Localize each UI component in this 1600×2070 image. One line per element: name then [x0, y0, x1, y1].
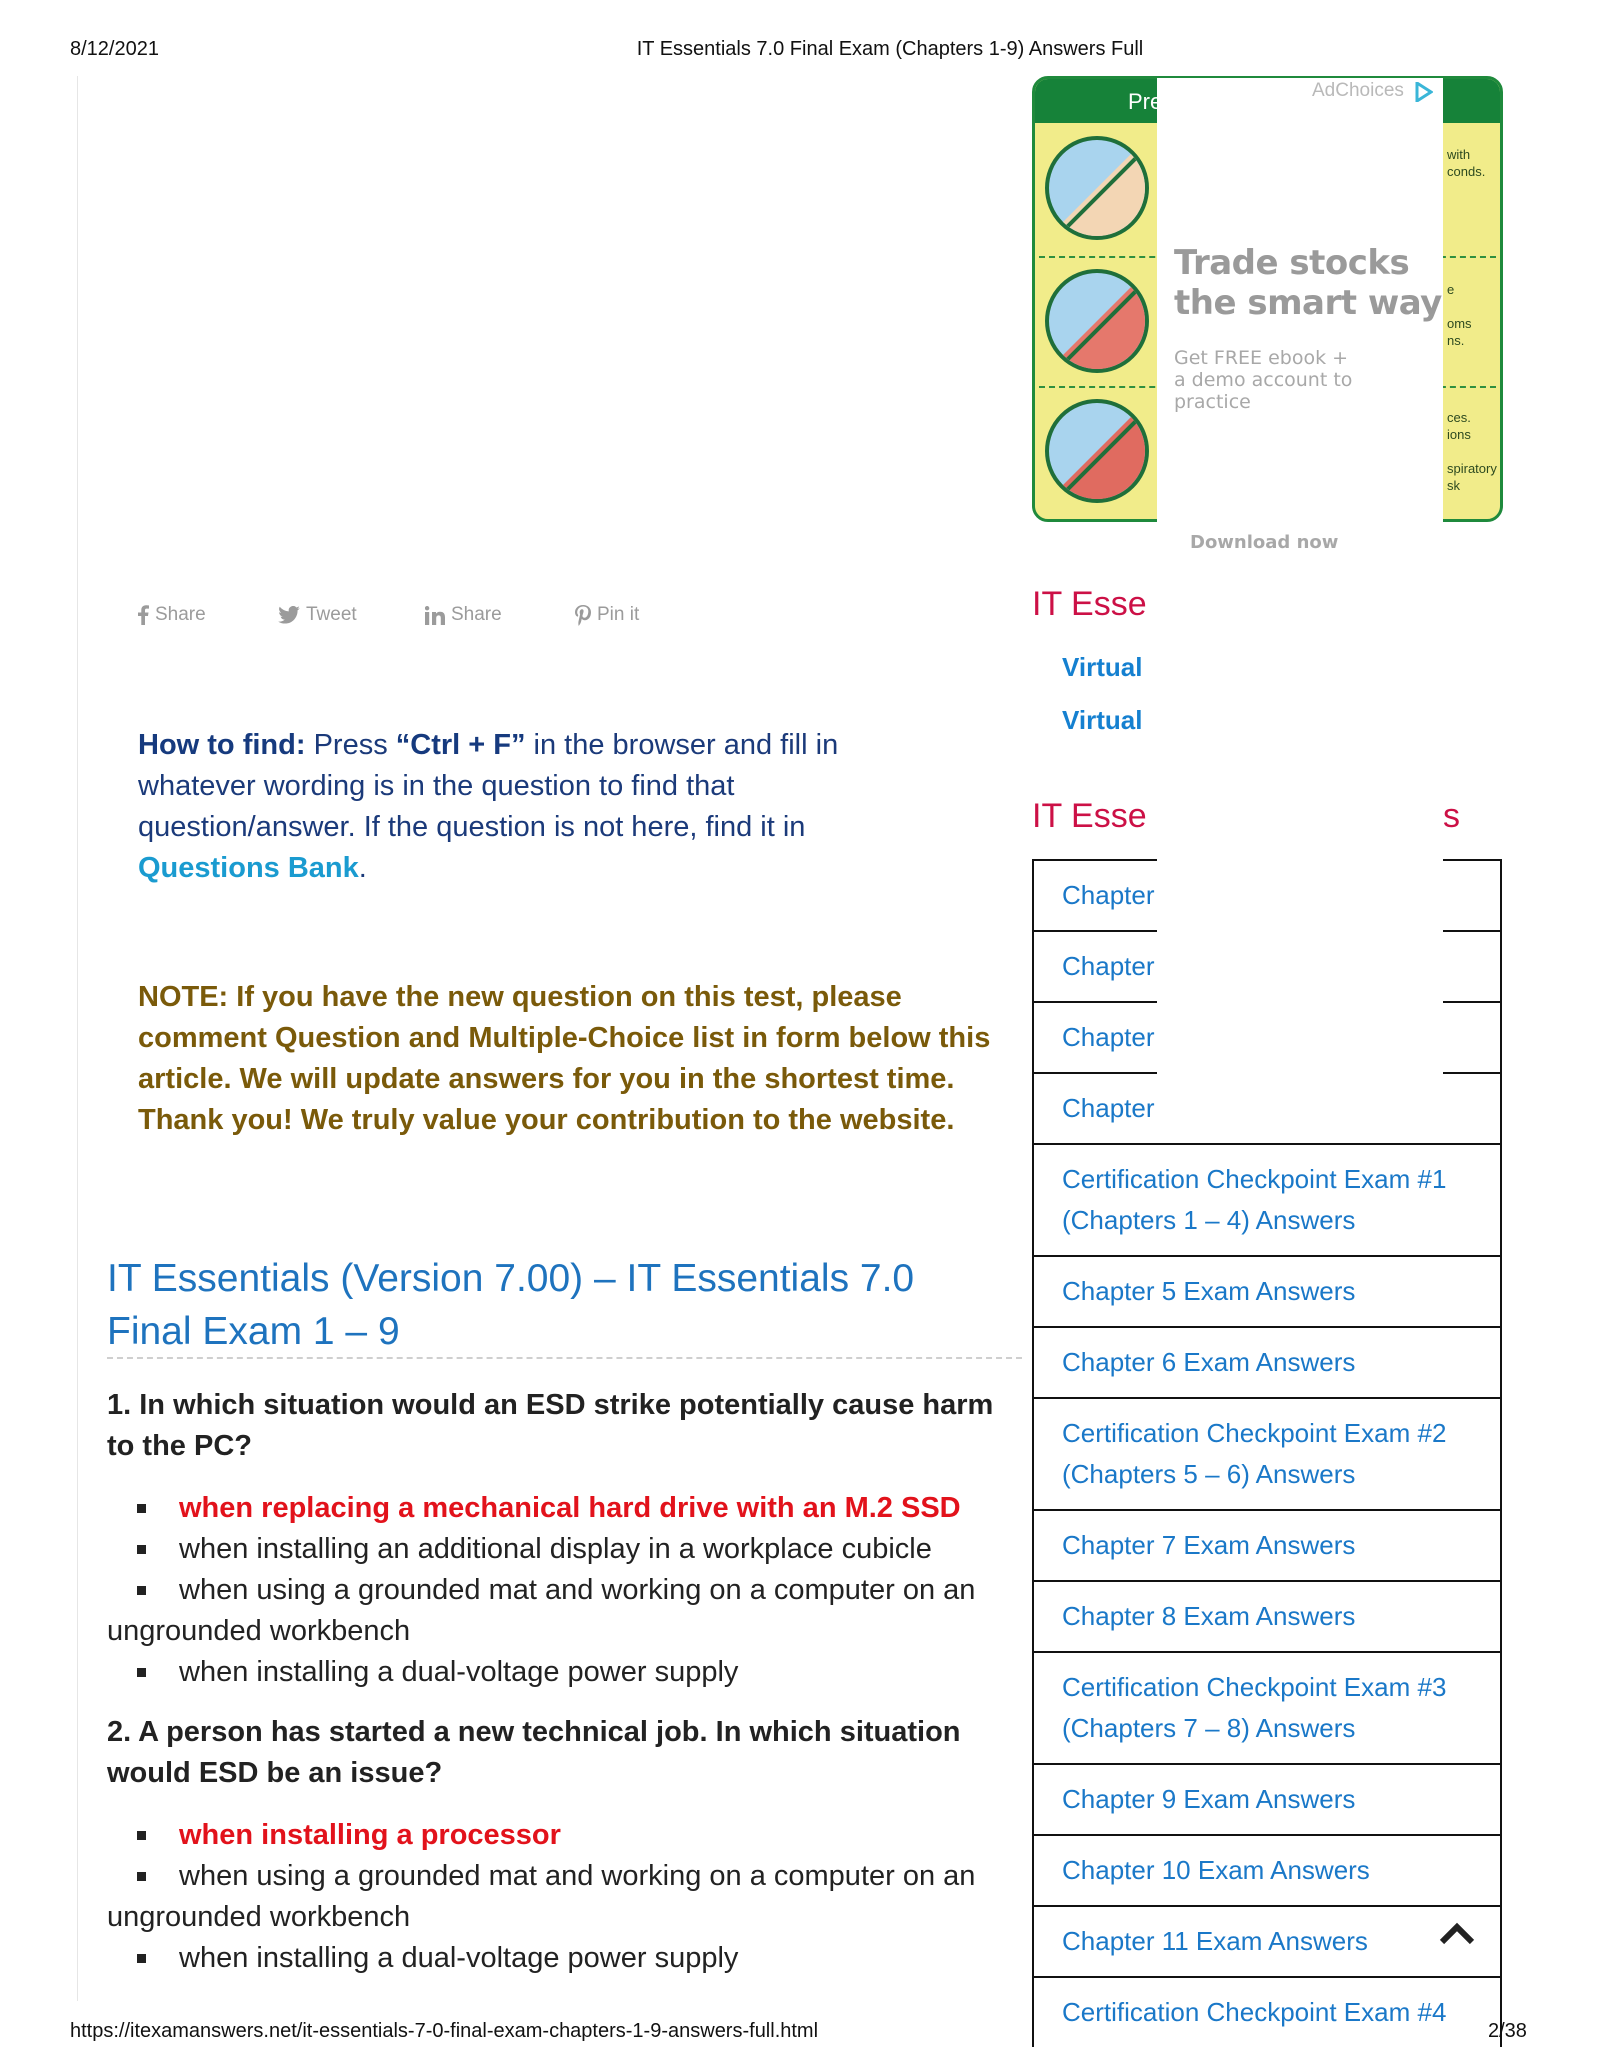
chapter-link[interactable]: Certification Checkpoint Exam #3 (Chapte…: [1032, 1653, 1502, 1765]
mask-illustration-icon: [1045, 269, 1149, 373]
how-to-find-paragraph: How to find: Press “Ctrl + F” in the bro…: [138, 729, 839, 884]
share-twitter-button[interactable]: Tweet: [278, 604, 357, 626]
shortcut-text: “Ctrl + F”: [395, 729, 526, 761]
ad-side-text: with conds.: [1447, 147, 1486, 179]
ad-headline[interactable]: Trade stocks the smart way: [1174, 243, 1442, 323]
chapter-link[interactable]: Chapter 8 Exam Answers: [1032, 1582, 1502, 1653]
question-2-options: when installing a processor when using a…: [107, 1815, 1027, 1979]
sidebar-link-virtual[interactable]: Virtual: [1062, 705, 1142, 736]
answer-option: when installing a dual-voltage power sup…: [107, 1938, 1027, 1979]
chapter-link[interactable]: Certification Checkpoint Exam #1 (Chapte…: [1032, 1145, 1502, 1257]
sidebar-section-title-tail: s: [1443, 797, 1460, 835]
answer-option: when installing an additional display in…: [107, 1529, 1027, 1570]
crowd-illustration-icon: [1045, 399, 1149, 503]
ad-download-button[interactable]: Download now: [1190, 532, 1338, 553]
chapter-link[interactable]: Chapter 6 Exam Answers: [1032, 1328, 1502, 1399]
facebook-icon: [138, 605, 149, 625]
chevron-up-icon: [1439, 1922, 1475, 1945]
bullet-icon: [137, 1954, 146, 1963]
bullet-icon: [137, 1872, 146, 1881]
print-url: https://itexamanswers.net/it-essentials-…: [70, 2020, 819, 2042]
answer-option: when using a grounded mat and working on…: [107, 1574, 976, 1647]
heading-divider: [107, 1357, 1022, 1359]
questions-bank-link[interactable]: Questions Bank: [138, 852, 359, 884]
chapter-link[interactable]: Chapter 9 Exam Answers: [1032, 1765, 1502, 1836]
answer-option: when using a grounded mat and working on…: [107, 1860, 976, 1933]
share-linkedin-button[interactable]: Share: [425, 604, 502, 626]
bullet-icon: [137, 1668, 146, 1677]
chapter-link[interactable]: Chapter 7 Exam Answers: [1032, 1511, 1502, 1582]
adchoices-label[interactable]: AdChoices: [1312, 80, 1404, 102]
note-paragraph: NOTE: If you have the new question on th…: [138, 981, 991, 1136]
print-page-number: 2/38: [1488, 2020, 1527, 2042]
chapter-link[interactable]: Certification Checkpoint Exam #2 (Chapte…: [1032, 1399, 1502, 1511]
article-heading: IT Essentials (Version 7.00) – IT Essent…: [107, 1257, 915, 1353]
content-left-border: [77, 76, 78, 2001]
bullet-icon: [137, 1586, 146, 1595]
question-2-text: 2. A person has started a new technical …: [107, 1716, 961, 1789]
pinterest-icon: [575, 604, 591, 626]
sidebar-link-virtual[interactable]: Virtual: [1062, 652, 1142, 683]
chapter-link[interactable]: Chapter 5 Exam Answers: [1032, 1257, 1502, 1328]
scroll-to-top-button[interactable]: [1422, 1912, 1492, 1952]
how-to-find-label: How to find:: [138, 729, 306, 761]
share-facebook-button[interactable]: Share: [137, 604, 206, 626]
print-title: IT Essentials 7.0 Final Exam (Chapters 1…: [636, 38, 1144, 60]
answer-option-correct: when installing a processor: [107, 1815, 1027, 1856]
answer-option: when installing a dual-voltage power sup…: [107, 1652, 1027, 1693]
adchoices-icon[interactable]: [1415, 82, 1433, 102]
handwash-illustration-icon: [1045, 136, 1149, 240]
bullet-icon: [137, 1504, 146, 1513]
ad-subtext: Get FREE ebook + a demo account to practic…: [1174, 347, 1353, 413]
chapter-link[interactable]: Certification Checkpoint Exam #4: [1032, 1978, 1502, 2047]
bullet-icon: [137, 1545, 146, 1554]
twitter-icon: [278, 606, 300, 624]
ad-side-text: e oms ns.: [1447, 282, 1472, 348]
linkedin-icon: [425, 605, 445, 625]
sidebar-section-title: IT Esse: [1032, 585, 1147, 623]
question-1-text: 1. In which situation would an ESD strik…: [107, 1389, 994, 1462]
sidebar-section-title: IT Esse: [1032, 797, 1147, 835]
chapter-link[interactable]: Chapter 10 Exam Answers: [1032, 1836, 1502, 1907]
question-1-options: when replacing a mechanical hard drive w…: [107, 1488, 1027, 1693]
bullet-icon: [137, 1831, 146, 1840]
ad-side-text: ces. ions spiratory sk: [1447, 410, 1497, 493]
ad-overlay-extension: [1157, 558, 1443, 1134]
answer-option-correct: when replacing a mechanical hard drive w…: [107, 1488, 1027, 1529]
share-pinterest-button[interactable]: Pin it: [575, 604, 639, 626]
